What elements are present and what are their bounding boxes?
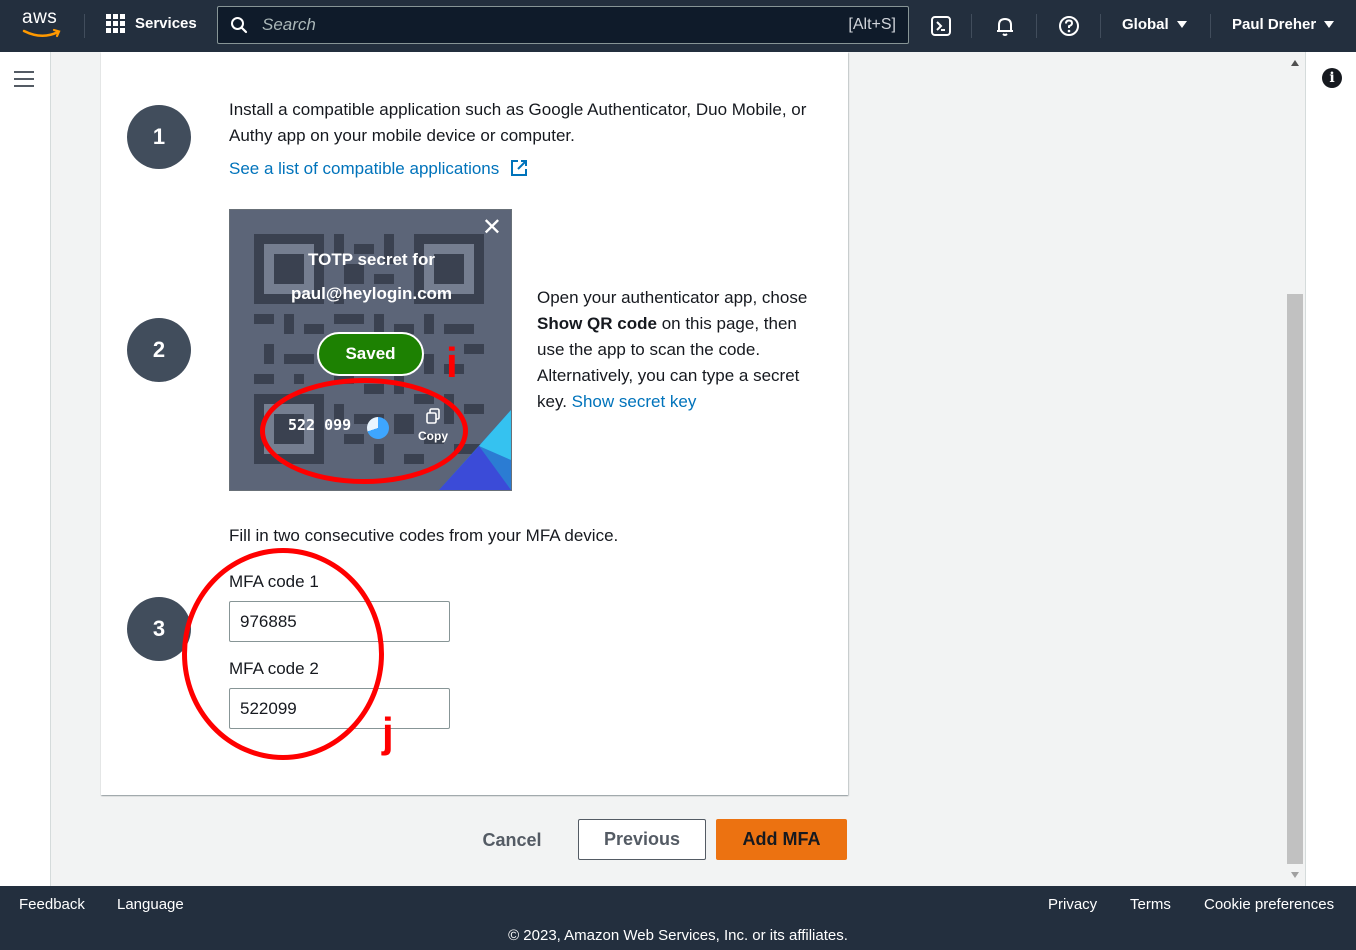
info-icon[interactable]: i — [1322, 68, 1342, 88]
nav-divider — [1036, 14, 1037, 38]
step-2-badge: 2 — [127, 318, 191, 382]
aws-logo[interactable]: aws — [22, 8, 64, 42]
copyright-text: © 2023, Amazon Web Services, Inc. or its… — [508, 927, 848, 944]
language-link[interactable]: Language — [117, 896, 184, 913]
cancel-button[interactable]: Cancel — [467, 820, 557, 860]
mfa-code-1-label: MFA code 1 — [229, 572, 319, 591]
step-2-text-before: Open your authenticator app, chose — [537, 288, 808, 307]
cloudshell-icon[interactable] — [928, 13, 954, 39]
compatible-apps-link[interactable]: See a list of compatible applications — [229, 159, 499, 178]
grid-icon — [106, 14, 125, 33]
user-name: Paul Dreher — [1232, 16, 1317, 33]
external-link-icon[interactable] — [510, 159, 528, 177]
region-selector[interactable]: Global — [1122, 16, 1187, 33]
services-menu-button[interactable]: Services — [106, 14, 197, 33]
left-navigation-rail — [0, 52, 51, 886]
help-icon[interactable] — [1056, 13, 1082, 39]
right-tools-rail: i — [1305, 52, 1356, 886]
mfa-code-2-label: MFA code 2 — [229, 659, 319, 678]
nav-divider — [1100, 14, 1101, 38]
account-menu[interactable]: Paul Dreher — [1232, 16, 1335, 33]
saved-button[interactable]: Saved — [317, 332, 424, 376]
nav-divider — [1210, 14, 1211, 38]
totp-title-line1: TOTP secret for — [308, 250, 435, 269]
search-input[interactable] — [260, 14, 849, 36]
compatible-apps-row: See a list of compatible applications — [229, 156, 528, 182]
step-1-instructions: Install a compatible application such as… — [229, 100, 807, 145]
nav-divider — [971, 14, 972, 38]
annotation-letter-j: j — [382, 709, 394, 756]
scrollbar-thumb[interactable] — [1287, 294, 1303, 864]
terms-link[interactable]: Terms — [1130, 896, 1171, 913]
caret-down-icon — [1324, 21, 1335, 28]
mfa-code-2-input[interactable] — [229, 688, 450, 729]
scrollbar[interactable] — [1286, 52, 1305, 886]
step-2-instructions: Open your authenticator app, chose Show … — [537, 285, 827, 415]
cookie-preferences-link[interactable]: Cookie preferences — [1204, 896, 1334, 913]
scroll-up-arrow-icon[interactable] — [1291, 60, 1299, 66]
search-icon — [231, 17, 248, 34]
aws-logo-text: aws — [22, 7, 58, 28]
region-label: Global — [1122, 16, 1169, 33]
qr-code-area: ✕ TOTP secret for paul@heylogin.com Save… — [229, 209, 512, 491]
mfa-setup-card: 1 Install a compatible application such … — [101, 52, 848, 795]
scroll-down-arrow-icon[interactable] — [1291, 872, 1299, 878]
step-3-instructions: Fill in two consecutive codes from your … — [229, 526, 619, 545]
bell-icon[interactable] — [992, 13, 1018, 39]
show-qr-code-bold: Show QR code — [537, 314, 657, 333]
totp-code: 522 099 — [288, 416, 352, 434]
footer: Feedback Language Privacy Terms Cookie p… — [0, 886, 1356, 950]
nav-divider — [84, 14, 85, 38]
timer-pie-icon — [367, 417, 389, 439]
step-1-badge: 1 — [127, 105, 191, 169]
totp-title-line2: paul@heylogin.com — [290, 284, 453, 303]
aws-smile-icon — [22, 28, 61, 38]
search-shortcut-hint: [Alt+S] — [848, 16, 896, 33]
top-navigation: aws Services [Alt+S] — [0, 0, 1356, 52]
caret-down-icon — [1176, 21, 1187, 28]
step-3-badge: 3 — [127, 597, 191, 661]
hamburger-menu-icon[interactable] — [14, 71, 34, 92]
search-bar[interactable]: [Alt+S] — [217, 6, 909, 44]
heylogin-corner-logo — [439, 410, 511, 490]
previous-button[interactable]: Previous — [578, 819, 706, 860]
annotation-letter-i: i — [446, 339, 458, 386]
feedback-link[interactable]: Feedback — [19, 896, 85, 913]
show-secret-key-link[interactable]: Show secret key — [572, 392, 697, 411]
add-mfa-button[interactable]: Add MFA — [716, 819, 847, 860]
privacy-link[interactable]: Privacy — [1048, 896, 1097, 913]
mfa-code-1-input[interactable] — [229, 601, 450, 642]
close-icon[interactable]: ✕ — [482, 216, 502, 240]
services-label: Services — [135, 15, 197, 32]
